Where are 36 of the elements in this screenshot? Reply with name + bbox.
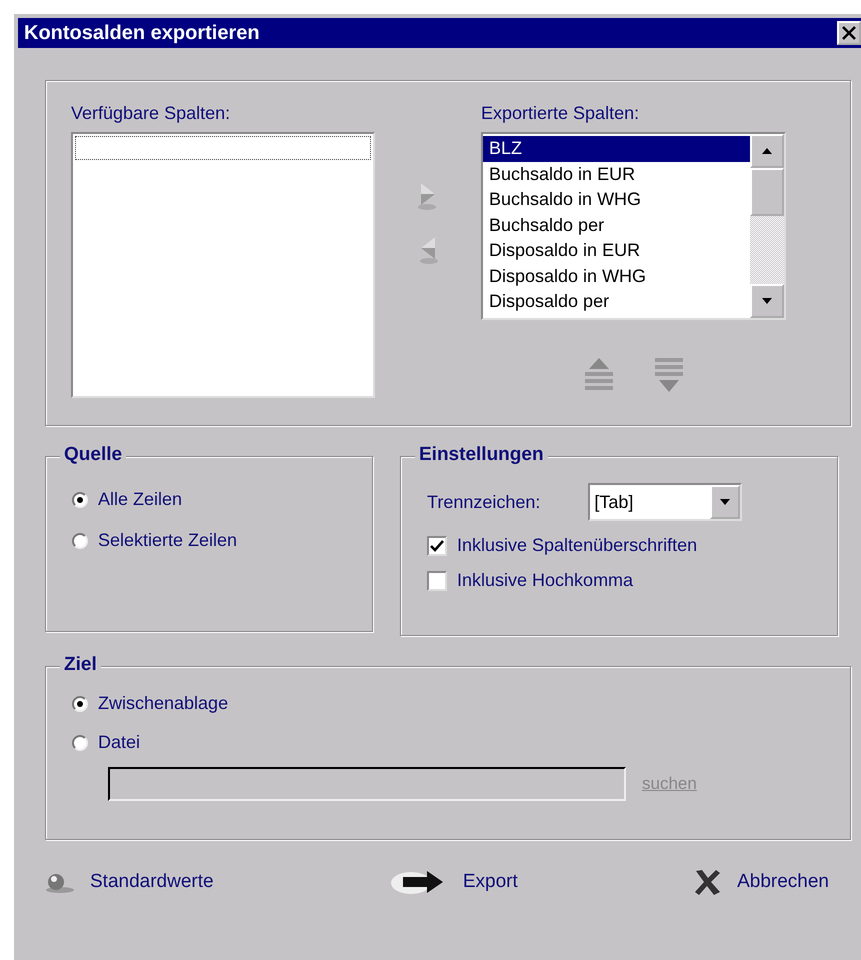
field-label: Trennzeichen: [427, 492, 540, 512]
list-item[interactable]: Buchsaldo in EUR [483, 162, 750, 187]
radio-button[interactable] [72, 532, 88, 548]
close-icon [842, 26, 856, 40]
group-title: Einstellungen [415, 444, 548, 466]
radio-label: Alle Zeilen [98, 489, 182, 510]
list-item[interactable]: Buchsaldo in WHG [483, 187, 750, 212]
list-item[interactable]: Buchsaldo per [483, 212, 750, 238]
checkbox[interactable] [427, 536, 447, 556]
radio-button[interactable] [72, 492, 88, 508]
separator-dropdown[interactable]: [Tab] [588, 483, 742, 521]
radio-label: Zwischenablage [98, 693, 228, 714]
list-label: Verfügbare Spalten: [71, 103, 232, 124]
list-item[interactable]: Disposaldo in WHG [483, 264, 750, 289]
action-button[interactable]: Export [388, 868, 518, 896]
radio-label: Selektierte Zeilen [98, 530, 238, 551]
radio-button[interactable] [72, 696, 88, 712]
scrollbar[interactable] [750, 134, 784, 318]
close-button[interactable] [837, 21, 861, 45]
list-label: Exportierte Spalten: [481, 103, 640, 124]
exported-columns-list[interactable]: BLZ Buchsaldo in EUR Buchsaldo in WHG Buchsaldo per Disposaldo in EUR Disposaldo in WHG Disposaldo per [481, 132, 786, 320]
action-button[interactable]: Abbrechen [693, 868, 829, 896]
radio-button[interactable] [72, 734, 88, 750]
list-item[interactable]: Disposaldo per [483, 289, 750, 314]
down-triangle-icon [761, 297, 773, 305]
window-title: Kontosalden exportieren [24, 22, 260, 44]
list-item[interactable]: BLZ [483, 136, 750, 162]
radio-label: Datei [98, 732, 140, 753]
group-title: Quelle [60, 444, 126, 466]
list-item[interactable]: Disposaldo in EUR [483, 238, 750, 264]
down-triangle-icon [719, 498, 732, 506]
up-triangle-icon [761, 147, 773, 155]
checkbox-label: Inklusive Hochkomma [457, 570, 634, 591]
checkbox-label: Inklusive Spaltenüberschriften [457, 535, 698, 556]
action-button[interactable]: Standardwerte [44, 868, 214, 896]
checkbox[interactable] [427, 570, 447, 590]
